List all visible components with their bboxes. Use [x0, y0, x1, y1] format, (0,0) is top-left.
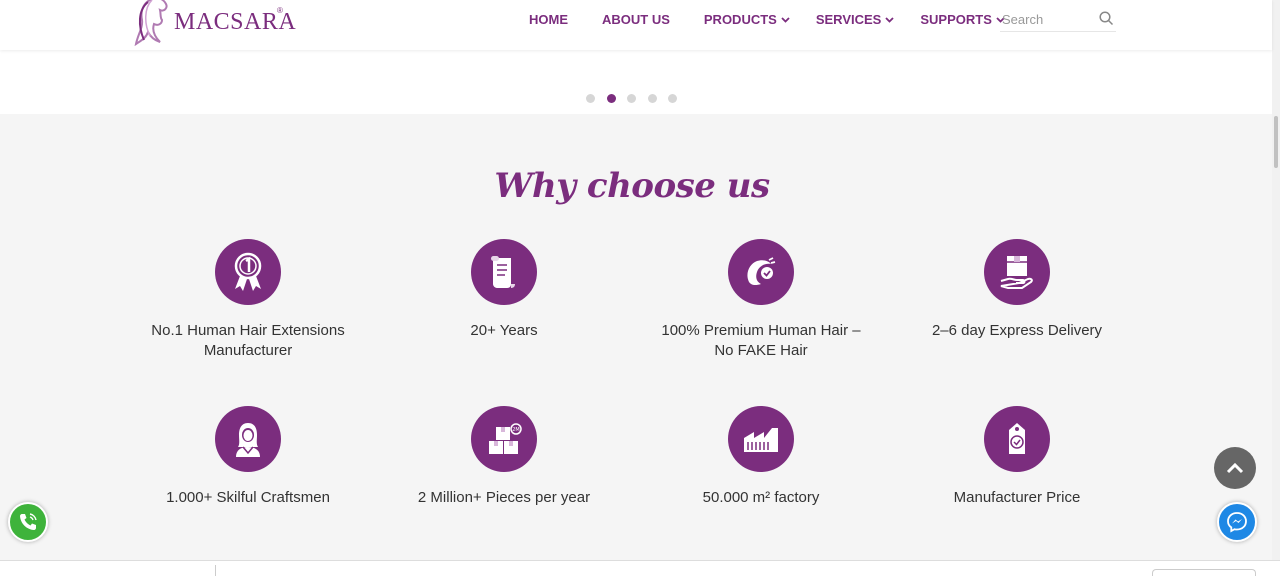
feature-label: 2–6 day Express Delivery [931, 322, 1103, 339]
delivery-box-hand-icon [1000, 256, 1033, 289]
nav-products[interactable]: PRODUCTS [704, 12, 790, 27]
nav-home-label: HOME [529, 12, 568, 27]
logo-registered-mark: ® [277, 6, 283, 15]
feature-item: 2M 2 Million+ Pieces per year [404, 406, 604, 508]
factory-icon [744, 428, 778, 452]
page-scrollbar[interactable] [1272, 0, 1280, 560]
feature-item: 2–6 day Express Delivery [917, 239, 1117, 341]
why-choose-us-section: Why choose us No.1 Human Hair Extensions… [0, 114, 1272, 560]
svg-text:2M: 2M [512, 427, 520, 433]
feature-item: 100% Premium Human Hair – No FAKE Hair [661, 239, 861, 361]
feature-label: No.1 Human Hair Extensions Manufacturer [151, 322, 345, 359]
slider-dot[interactable] [586, 94, 595, 103]
nav-services-label: SERVICES [815, 12, 882, 27]
chevron-down-icon [781, 16, 790, 23]
bottom-bar [0, 560, 1280, 576]
section-title: Why choose us [494, 166, 770, 206]
slider-dot[interactable] [627, 94, 636, 103]
nav-about-us-label: ABOUT US [602, 12, 670, 27]
feature-icon-circle [728, 239, 794, 305]
scrollbar-thumb[interactable] [1274, 116, 1278, 168]
nav-supports-label: SUPPORTS [920, 12, 992, 27]
rank-one-medal-icon [234, 252, 262, 291]
craftsman-woman-icon [236, 423, 260, 457]
back-to-top-button[interactable] [1214, 447, 1256, 489]
feature-item: 50.000 m² factory [661, 406, 861, 508]
messenger-icon [1227, 512, 1247, 533]
call-button[interactable] [8, 502, 48, 542]
phone-icon [20, 513, 37, 530]
slider-dot[interactable] [647, 94, 657, 103]
chevron-up-icon [1226, 462, 1244, 474]
feature-icon-circle [471, 239, 537, 305]
main-nav: HOME ABOUT US PRODUCTS SERVICES SUPPORTS [529, 12, 1031, 27]
feature-item: 20+ Years [404, 239, 604, 341]
feature-item: 1.000+ Skilful Craftsmen [148, 406, 348, 508]
feature-label: 100% Premium Human Hair – No FAKE Hair [661, 322, 861, 359]
chevron-down-icon [885, 16, 894, 23]
feature-item: No.1 Human Hair Extensions Manufacturer [148, 239, 348, 361]
boxes-stack-icon: 2M [489, 423, 522, 454]
hair-quality-icon [747, 257, 776, 286]
feature-label: Manufacturer Price [953, 489, 1081, 506]
nav-about-us[interactable]: ABOUT US [602, 12, 670, 27]
slider-dot-active[interactable] [606, 94, 616, 103]
search-input[interactable] [1000, 8, 1094, 30]
messenger-button[interactable] [1217, 502, 1257, 542]
search-icon[interactable] [1099, 11, 1114, 26]
bottom-widget-tab[interactable] [1152, 569, 1256, 576]
feature-icon-circle: 2M [471, 406, 537, 472]
woman-silhouette-logo-icon [134, 0, 168, 47]
feature-label: 1.000+ Skilful Craftsmen [166, 489, 330, 506]
price-tag-icon [1009, 423, 1025, 454]
feature-icon-circle [728, 406, 794, 472]
search-box [1000, 8, 1116, 32]
nav-supports[interactable]: SUPPORTS [920, 12, 1005, 27]
slider-dot[interactable] [668, 94, 677, 103]
feature-label: 50.000 m² factory [702, 489, 820, 506]
feature-label: 2 Million+ Pieces per year [417, 489, 591, 506]
feature-icon-circle [984, 406, 1050, 472]
scroll-document-icon [491, 256, 515, 288]
feature-icon-circle [215, 406, 281, 472]
nav-products-label: PRODUCTS [703, 12, 777, 27]
bottom-divider [215, 565, 216, 576]
feature-icon-circle [215, 239, 281, 305]
feature-item: Manufacturer Price [917, 406, 1117, 508]
feature-label: 20+ Years [470, 322, 538, 339]
macsara-logo[interactable]: MACSARA ® [134, 0, 296, 47]
feature-icon-circle [984, 239, 1050, 305]
slider-pagination [586, 94, 689, 103]
site-header: MACSARA ® HOME ABOUT US PRODUCTS SERVICE… [0, 0, 1272, 50]
nav-home[interactable]: HOME [529, 12, 568, 27]
nav-services[interactable]: SERVICES [816, 12, 895, 27]
